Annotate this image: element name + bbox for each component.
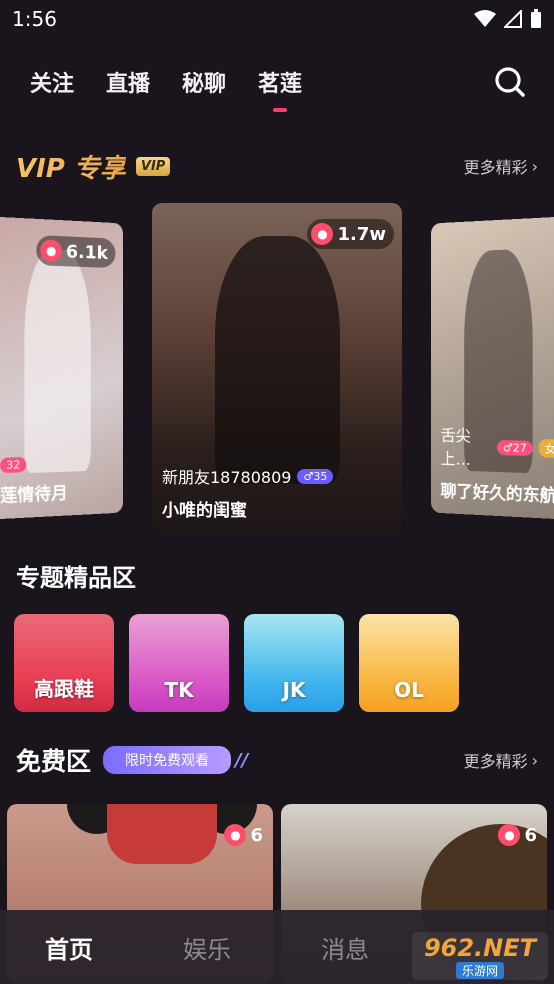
vip-card[interactable]: ● 6.1k 32 莲情待月 <box>0 216 123 520</box>
card-username: 舌尖上… <box>440 425 471 470</box>
signal-icon <box>504 10 522 28</box>
topic-item-heels[interactable]: 高跟鞋 <box>14 614 114 712</box>
bow-decoration <box>107 804 217 864</box>
views-badge: ● 6 <box>498 820 537 850</box>
search-icon[interactable] <box>492 64 528 100</box>
free-more-link[interactable]: 更多精彩 › <box>464 748 538 772</box>
age-tag: ♂27 <box>497 439 533 456</box>
watermark-logo: 962.NET 乐游网 <box>412 932 548 980</box>
topic-label: OL <box>394 678 424 702</box>
tab-follow[interactable]: 关注 <box>30 66 74 98</box>
nav-messages[interactable]: 消息 <box>276 930 414 965</box>
vip-card[interactable]: ● 1.7w 新朋友18780809 ♂35 小唯的闺蜜 <box>152 203 402 533</box>
card-username: 新朋友18780809 <box>162 468 292 487</box>
vip-more-link[interactable]: 更多精彩 › <box>464 154 538 178</box>
watermark-subtext: 乐游网 <box>455 961 504 979</box>
card-title: 小唯的闺蜜 <box>162 501 247 521</box>
vip-more-label: 更多精彩 <box>463 158 528 177</box>
vip-card[interactable]: 舌尖上… ♂27 女 聊了好久的东航空姐 <box>431 216 554 520</box>
slash-decoration-icon: // <box>235 749 249 771</box>
card-title: 莲情待月 <box>0 483 68 507</box>
topic-item-tk[interactable]: TK <box>129 614 229 712</box>
card-photo <box>24 248 91 473</box>
chevron-right-icon: › <box>531 156 538 176</box>
topic-item-ol[interactable]: OL <box>359 614 459 712</box>
card-title: 聊了好久的东航空姐 <box>440 481 554 509</box>
vip-section-header: VIP 专享 VIP 更多精彩 › <box>16 146 538 186</box>
tab-private-chat[interactable]: 秘聊 <box>182 66 226 98</box>
topic-section-header: 专题精品区 <box>16 558 538 592</box>
topic-item-jk[interactable]: JK <box>244 614 344 712</box>
free-more-label: 更多精彩 <box>463 752 528 771</box>
fire-icon: ● <box>498 824 521 846</box>
free-title: 免费区 <box>16 747 92 776</box>
views-count: 1.7w <box>337 223 386 245</box>
views-count: 6 <box>524 824 537 846</box>
topic-list: 高跟鞋 TK JK OL <box>14 614 459 712</box>
nav-home[interactable]: 首页 <box>0 930 138 965</box>
free-tag: 限时免费观看 <box>103 746 232 774</box>
card-meta: 32 莲情待月 <box>0 454 117 507</box>
gender-tag: 女 <box>538 439 554 458</box>
vip-badge: VIP <box>135 156 171 176</box>
views-count: 6 <box>250 824 263 846</box>
free-section-header: 免费区 限时免费观看 // 更多精彩 › <box>16 742 538 778</box>
age-tag: ♂35 <box>297 468 334 484</box>
topic-label: JK <box>282 678 306 702</box>
top-tabs: 关注 直播 秘聊 茗莲 <box>0 52 554 112</box>
nav-entertainment[interactable]: 娱乐 <box>138 930 276 965</box>
status-bar: 1:56 <box>0 0 554 38</box>
views-count: 6.1k <box>65 240 108 264</box>
tab-minglian[interactable]: 茗莲 <box>258 66 302 112</box>
fire-icon: ● <box>40 239 63 263</box>
watermark-text: 962.NET <box>423 933 537 962</box>
views-badge: ● 6 <box>224 820 263 850</box>
tab-live[interactable]: 直播 <box>106 66 150 98</box>
fire-icon: ● <box>311 223 334 245</box>
views-badge: ● 1.7w <box>307 219 394 249</box>
age-tag: 32 <box>0 456 27 474</box>
card-meta: 舌尖上… ♂27 女 聊了好久的东航空姐 <box>440 422 554 509</box>
card-photo <box>214 236 340 484</box>
status-time: 1:56 <box>12 7 57 31</box>
topic-label: 高跟鞋 <box>34 677 94 701</box>
wifi-icon <box>474 10 496 27</box>
chevron-right-icon: › <box>531 750 538 770</box>
battery-icon <box>531 9 541 28</box>
topic-title: 专题精品区 <box>16 563 136 592</box>
views-badge: ● 6.1k <box>36 234 116 269</box>
fire-icon: ● <box>224 824 247 846</box>
vip-title: VIP 专享 <box>16 148 126 185</box>
card-meta: 新朋友18780809 ♂35 小唯的闺蜜 <box>162 464 396 521</box>
topic-label: TK <box>164 678 194 702</box>
